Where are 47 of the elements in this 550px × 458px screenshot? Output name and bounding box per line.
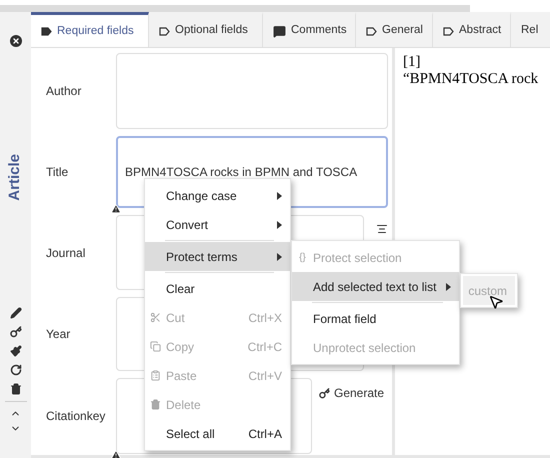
scrollbar[interactable]: [0, 5, 470, 12]
tag-icon: [41, 27, 52, 36]
caret-icon: [277, 220, 282, 228]
field-label: Author: [45, 83, 82, 100]
tag-icon: [159, 26, 170, 36]
tag-icon: [366, 26, 377, 36]
caret-icon: [277, 252, 282, 260]
key-icon[interactable]: [10, 326, 22, 338]
field-label: Journal: [45, 244, 86, 262]
field-label: Title: [45, 164, 70, 181]
caret-icon: [277, 192, 282, 200]
tab[interactable]: General: [356, 12, 433, 47]
menu-item[interactable]: Clear: [145, 274, 290, 303]
clipboard-icon: [150, 370, 161, 381]
trash-icon[interactable]: [10, 383, 22, 395]
close-icon[interactable]: [10, 35, 22, 47]
comment-icon: [273, 24, 286, 38]
copy-icon: [150, 341, 161, 352]
generate-button[interactable]: Generate: [319, 384, 384, 402]
entry-type-label: Article: [5, 154, 24, 200]
tag-icon: [443, 26, 454, 36]
citation-number: [1]: [403, 54, 422, 71]
citation-text: “BPMN4TOSCA rock: [403, 71, 540, 88]
field-label: Citationkey: [45, 408, 106, 425]
menu-item[interactable]: Add selected text to list: [292, 272, 459, 301]
menu-item[interactable]: Select all Ctrl+A: [145, 419, 290, 448]
tab[interactable]: Rel: [511, 12, 550, 47]
trash-icon: [150, 399, 161, 410]
tab[interactable]: Abstract: [433, 12, 511, 47]
menu-item[interactable]: Format field: [292, 304, 459, 333]
menu-item[interactable]: Protect terms: [145, 242, 290, 271]
refresh-icon[interactable]: [10, 364, 22, 376]
scissors-icon: [150, 312, 161, 323]
tab[interactable]: Comments: [263, 12, 356, 47]
caret-icon: [446, 282, 451, 290]
text-field[interactable]: [116, 53, 388, 129]
menu-item[interactable]: Convert: [145, 210, 290, 239]
field-label: Year: [45, 326, 72, 343]
tab[interactable]: Optional fields: [149, 12, 263, 47]
align-icon[interactable]: [376, 223, 388, 235]
tab[interactable]: Required fields: [31, 12, 149, 47]
braces-icon: {}: [299, 250, 306, 265]
brush-icon[interactable]: [10, 345, 22, 357]
pencil-icon[interactable]: [10, 307, 22, 319]
warning-icon: [111, 204, 121, 214]
key-icon: [319, 388, 330, 398]
menu-item[interactable]: Change case: [145, 181, 290, 210]
